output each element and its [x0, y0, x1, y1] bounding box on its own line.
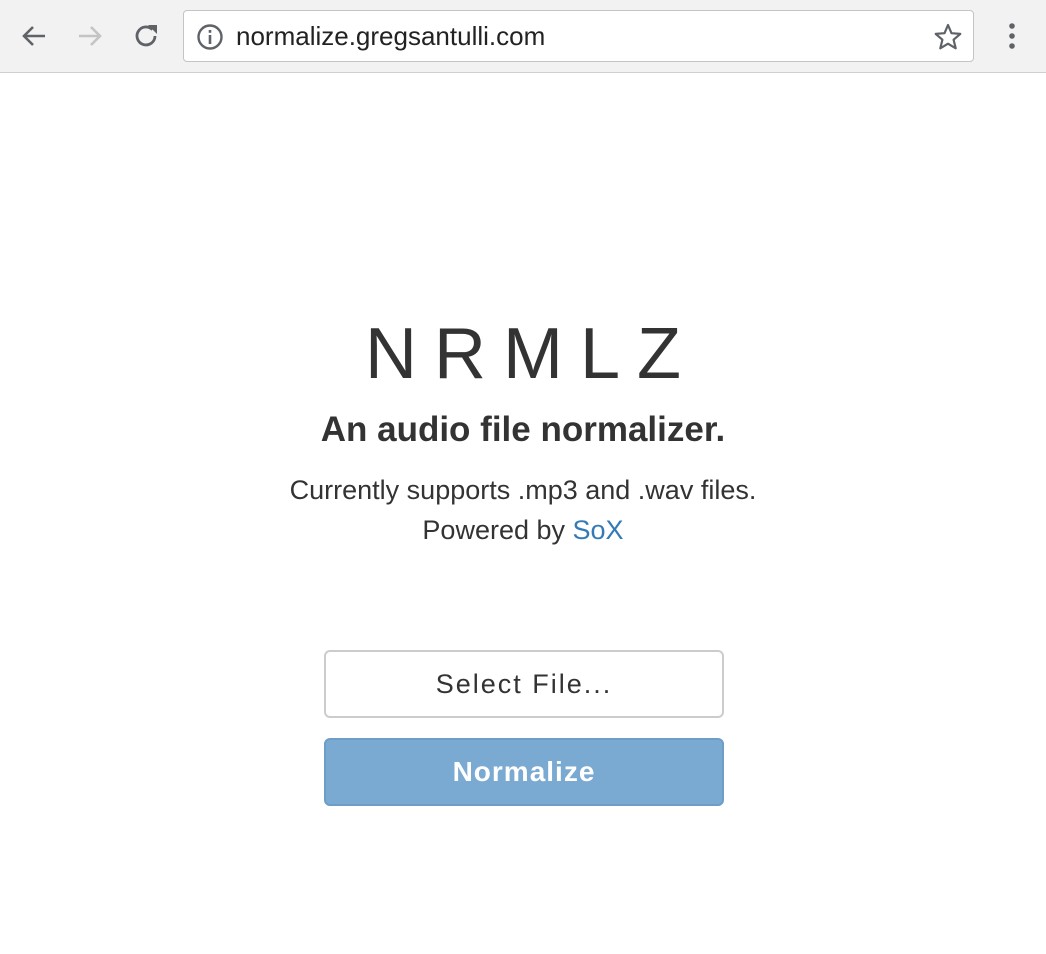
powered-by-line: Powered by SoX	[0, 512, 1046, 548]
arrow-left-icon	[22, 26, 45, 46]
arrow-right-icon	[79, 26, 102, 46]
sox-link[interactable]: SoX	[573, 515, 624, 545]
star-outline-icon[interactable]	[933, 22, 963, 52]
address-bar[interactable]: normalize.gregsantulli.com	[183, 10, 974, 62]
normalize-button[interactable]: Normalize	[324, 738, 724, 806]
forward-button[interactable]	[70, 16, 110, 56]
page-subtitle: An audio file normalizer.	[320, 410, 726, 449]
url-text[interactable]: normalize.gregsantulli.com	[236, 11, 545, 61]
powered-by-label: Powered by	[422, 515, 566, 545]
app-logo-title: NRMLZ	[365, 314, 698, 394]
reload-icon	[135, 25, 157, 47]
browser-toolbar: normalize.gregsantulli.com	[0, 0, 1046, 73]
supported-formats-text: Currently supports .mp3 and .wav files.	[289, 475, 757, 505]
vertical-dots-icon	[1009, 23, 1015, 49]
browser-menu-button[interactable]	[996, 16, 1028, 56]
info-circle-icon[interactable]	[196, 23, 224, 51]
reload-button[interactable]	[126, 16, 166, 56]
back-button[interactable]	[14, 16, 54, 56]
page-content: NRMLZ An audio file normalizer. Currentl…	[0, 74, 1046, 954]
select-file-button[interactable]: Select File...	[324, 650, 724, 718]
